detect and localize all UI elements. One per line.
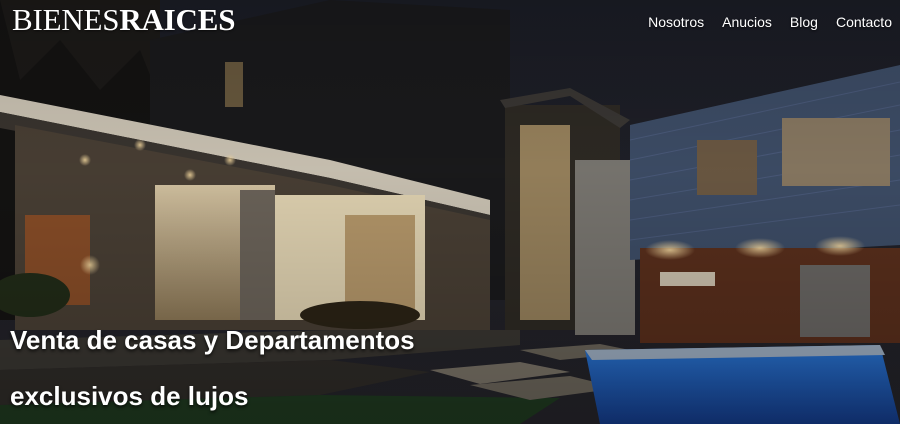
site-header: BIENESRAICES Nosotros Anucios Blog Conta… (0, 0, 900, 44)
site-logo[interactable]: BIENESRAICES (12, 2, 235, 38)
nav-link-contacto[interactable]: Contacto (836, 14, 892, 30)
logo-bold-text: RAICES (119, 2, 236, 37)
nav-link-anucios[interactable]: Anucios (722, 14, 772, 30)
headline-line-1: Venta de casas y Departamentos (10, 325, 415, 355)
headline-line-2: exclusivos de lujos (10, 381, 249, 411)
logo-light-text: BIENES (12, 2, 120, 37)
nav-link-nosotros[interactable]: Nosotros (648, 14, 704, 30)
main-nav: Nosotros Anucios Blog Contacto (648, 14, 892, 30)
hero-headline: Venta de casas y Departamentos exclusivo… (10, 312, 570, 424)
nav-link-blog[interactable]: Blog (790, 14, 818, 30)
